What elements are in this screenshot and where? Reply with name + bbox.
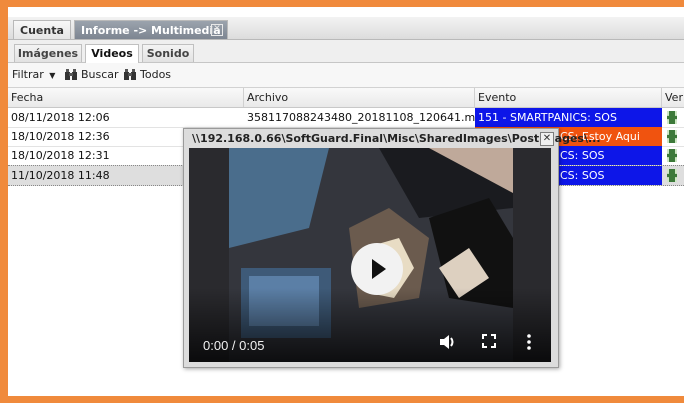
play-icon[interactable] (351, 243, 403, 295)
top-tab-bar: Cuenta Informe -> Multimedia ✕ (8, 17, 684, 40)
grid-header: Fecha Archivo Evento Ver (8, 88, 684, 108)
video-player[interactable]: 0:00 / 0:05 (189, 148, 551, 362)
tab-imagenes[interactable]: Imágenes (14, 44, 82, 62)
film-strip-icon[interactable] (667, 111, 677, 124)
chevron-down-icon: ▼ (49, 71, 56, 80)
video-popup[interactable]: \\192.168.0.66\SoftGuard.Final\Misc\Shar… (183, 128, 601, 368)
column-header-archivo[interactable]: Archivo (244, 88, 475, 107)
column-header-fecha[interactable]: Fecha (8, 88, 244, 107)
filter-button[interactable]: Filtrar ▼ (12, 68, 55, 83)
tab-sonido[interactable]: Sonido (142, 44, 194, 62)
fullscreen-icon[interactable] (482, 334, 496, 352)
filter-label: Filtrar (12, 68, 44, 81)
binoculars-icon (124, 69, 136, 80)
table-row[interactable]: 08/11/2018 12:06 358117088243480_2018110… (8, 108, 684, 128)
search-label: Buscar (81, 68, 119, 81)
film-strip-icon[interactable] (667, 169, 677, 182)
volume-icon[interactable] (439, 334, 457, 354)
binoculars-icon (65, 69, 77, 80)
film-strip-icon[interactable] (667, 130, 677, 143)
search-button[interactable]: Buscar (65, 68, 119, 82)
tab-label: Cuenta (20, 24, 64, 37)
media-type-tab-bar: Imágenes Videos Sonido (8, 40, 684, 63)
more-options-icon[interactable] (526, 334, 532, 354)
cell-archivo: 358117088243480_20181108_120641.mp4 (247, 111, 475, 124)
toolbar: Filtrar ▼ Buscar Todos (8, 63, 684, 88)
close-tab-icon[interactable]: ✕ (211, 24, 223, 36)
film-strip-icon[interactable] (667, 149, 677, 162)
time-display: 0:00 / 0:05 (203, 338, 265, 353)
all-label: Todos (140, 68, 172, 81)
column-header-ver[interactable]: Ver (662, 88, 684, 107)
tab-cuenta[interactable]: Cuenta (13, 20, 71, 39)
cell-evento: 151 - SMARTPANICS: SOS (475, 108, 662, 127)
column-header-evento[interactable]: Evento (475, 88, 662, 107)
show-all-button[interactable]: Todos (124, 68, 171, 82)
cell-fecha: 08/11/2018 12:06 (11, 111, 110, 124)
close-icon[interactable]: ✕ (540, 132, 554, 146)
tab-informe-multimedia[interactable]: Informe -> Multimedia ✕ (74, 20, 228, 39)
tab-label: Informe -> Multimedia (81, 24, 221, 37)
tab-videos[interactable]: Videos (85, 44, 139, 63)
